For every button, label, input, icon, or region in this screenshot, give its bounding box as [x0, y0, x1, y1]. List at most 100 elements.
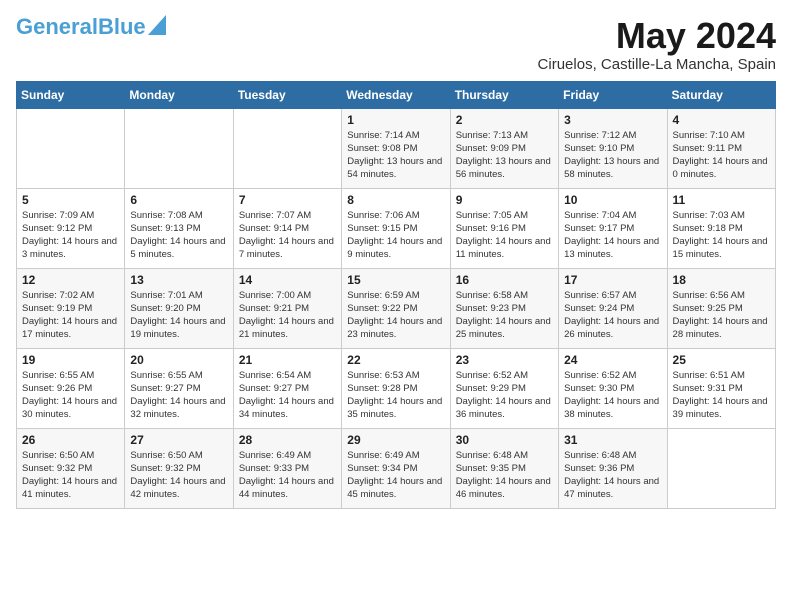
calendar-cell: 7Sunrise: 7:07 AMSunset: 9:14 PMDaylight…: [233, 188, 341, 268]
day-info: Sunrise: 6:51 AMSunset: 9:31 PMDaylight:…: [673, 369, 770, 422]
calendar-cell: 22 Sunrise: 6:53 AMSunset: 9:28 PMDayligh…: [342, 348, 450, 428]
day-number: 1: [347, 113, 444, 127]
day-number: 18: [673, 273, 770, 287]
day-number: 30: [456, 433, 553, 447]
day-number: 14: [239, 273, 336, 287]
day-info: Sunrise: 7:00 AMSunset: 9:21 PMDaylight:…: [239, 289, 336, 342]
day-number: 5: [22, 193, 119, 207]
day-info: Sunrise: 6:56 AMSunset: 9:25 PMDaylight:…: [673, 289, 770, 342]
calendar-cell: 17 Sunrise: 6:57 AMSunset: 9:24 PMDayligh…: [559, 268, 667, 348]
day-number: 22: [347, 353, 444, 367]
day-info: Sunrise: 6:57 AMSunset: 9:24 PMDaylight:…: [564, 289, 661, 342]
day-info: Sunrise: 6:48 AMSunset: 9:35 PMDaylight:…: [456, 449, 553, 502]
calendar-cell: 31 Sunrise: 6:48 AMSunset: 9:36 PMDayligh…: [559, 428, 667, 508]
calendar-cell: 10 Sunrise: 7:04 AMSunset: 9:17 PMDayligh…: [559, 188, 667, 268]
weekday-header-cell: Friday: [559, 81, 667, 108]
day-info: Sunrise: 6:58 AMSunset: 9:23 PMDaylight:…: [456, 289, 553, 342]
day-info: Sunrise: 7:03 AMSunset: 9:18 PMDaylight:…: [673, 209, 770, 262]
day-number: 31: [564, 433, 661, 447]
day-number: 25: [673, 353, 770, 367]
day-info: Sunrise: 6:50 AMSunset: 9:32 PMDaylight:…: [130, 449, 227, 502]
day-number: 10: [564, 193, 661, 207]
weekday-header-row: SundayMondayTuesdayWednesdayThursdayFrid…: [17, 81, 776, 108]
calendar-week-row: 19 Sunrise: 6:55 AMSunset: 9:26 PMDayligh…: [17, 348, 776, 428]
day-info: Sunrise: 6:54 AMSunset: 9:27 PMDaylight:…: [239, 369, 336, 422]
day-number: 13: [130, 273, 227, 287]
weekday-header-cell: Wednesday: [342, 81, 450, 108]
day-number: 2: [456, 113, 553, 127]
day-info: Sunrise: 6:55 AMSunset: 9:26 PMDaylight:…: [22, 369, 119, 422]
calendar-cell: 20 Sunrise: 6:55 AMSunset: 9:27 PMDayligh…: [125, 348, 233, 428]
weekday-header-cell: Sunday: [17, 81, 125, 108]
calendar-cell: 28Sunrise: 6:49 AMSunset: 9:33 PMDayligh…: [233, 428, 341, 508]
calendar-cell: 6 Sunrise: 7:08 AMSunset: 9:13 PMDaylight…: [125, 188, 233, 268]
day-number: 26: [22, 433, 119, 447]
day-info: Sunrise: 7:13 AMSunset: 9:09 PMDaylight:…: [456, 129, 553, 182]
day-info: Sunrise: 7:06 AMSunset: 9:15 PMDaylight:…: [347, 209, 444, 262]
day-number: 17: [564, 273, 661, 287]
day-info: Sunrise: 7:07 AMSunset: 9:14 PMDaylight:…: [239, 209, 336, 262]
day-info: Sunrise: 6:55 AMSunset: 9:27 PMDaylight:…: [130, 369, 227, 422]
calendar-cell: 5 Sunrise: 7:09 AMSunset: 9:12 PMDaylight…: [17, 188, 125, 268]
day-number: 20: [130, 353, 227, 367]
day-number: 28: [239, 433, 336, 447]
day-number: 3: [564, 113, 661, 127]
calendar-cell: 29Sunrise: 6:49 AMSunset: 9:34 PMDayligh…: [342, 428, 450, 508]
day-info: Sunrise: 7:02 AMSunset: 9:19 PMDaylight:…: [22, 289, 119, 342]
page-header: GeneralBlue May 2024 Ciruelos, Castille-…: [16, 16, 776, 73]
calendar-cell: 16 Sunrise: 6:58 AMSunset: 9:23 PMDayligh…: [450, 268, 558, 348]
day-number: 16: [456, 273, 553, 287]
calendar-week-row: 5 Sunrise: 7:09 AMSunset: 9:12 PMDaylight…: [17, 188, 776, 268]
calendar-cell: [17, 108, 125, 188]
calendar-cell: 9Sunrise: 7:05 AMSunset: 9:16 PMDaylight…: [450, 188, 558, 268]
day-info: Sunrise: 6:52 AMSunset: 9:29 PMDaylight:…: [456, 369, 553, 422]
calendar-cell: [125, 108, 233, 188]
calendar-cell: 15Sunrise: 6:59 AMSunset: 9:22 PMDayligh…: [342, 268, 450, 348]
calendar-cell: 19 Sunrise: 6:55 AMSunset: 9:26 PMDayligh…: [17, 348, 125, 428]
calendar-cell: 23Sunrise: 6:52 AMSunset: 9:29 PMDayligh…: [450, 348, 558, 428]
day-number: 11: [673, 193, 770, 207]
month-title: May 2024: [538, 16, 776, 56]
calendar-cell: 1 Sunrise: 7:14 AMSunset: 9:08 PMDaylight…: [342, 108, 450, 188]
day-number: 27: [130, 433, 227, 447]
day-info: Sunrise: 7:09 AMSunset: 9:12 PMDaylight:…: [22, 209, 119, 262]
logo: GeneralBlue: [16, 16, 166, 38]
day-info: Sunrise: 7:12 AMSunset: 9:10 PMDaylight:…: [564, 129, 661, 182]
calendar-cell: 21 Sunrise: 6:54 AMSunset: 9:27 PMDayligh…: [233, 348, 341, 428]
title-block: May 2024 Ciruelos, Castille-La Mancha, S…: [538, 16, 776, 73]
calendar-cell: 14 Sunrise: 7:00 AMSunset: 9:21 PMDayligh…: [233, 268, 341, 348]
calendar-cell: 18 Sunrise: 6:56 AMSunset: 9:25 PMDayligh…: [667, 268, 775, 348]
day-info: Sunrise: 6:53 AMSunset: 9:28 PMDaylight:…: [347, 369, 444, 422]
calendar-week-row: 26 Sunrise: 6:50 AMSunset: 9:32 PMDayligh…: [17, 428, 776, 508]
day-number: 12: [22, 273, 119, 287]
day-info: Sunrise: 6:52 AMSunset: 9:30 PMDaylight:…: [564, 369, 661, 422]
calendar-cell: 4Sunrise: 7:10 AMSunset: 9:11 PMDaylight…: [667, 108, 775, 188]
calendar-table: SundayMondayTuesdayWednesdayThursdayFrid…: [16, 81, 776, 509]
day-info: Sunrise: 7:08 AMSunset: 9:13 PMDaylight:…: [130, 209, 227, 262]
calendar-cell: 11 Sunrise: 7:03 AMSunset: 9:18 PMDayligh…: [667, 188, 775, 268]
calendar-cell: [667, 428, 775, 508]
calendar-week-row: 1 Sunrise: 7:14 AMSunset: 9:08 PMDaylight…: [17, 108, 776, 188]
calendar-body: 1 Sunrise: 7:14 AMSunset: 9:08 PMDaylight…: [17, 108, 776, 508]
calendar-cell: 2 Sunrise: 7:13 AMSunset: 9:09 PMDaylight…: [450, 108, 558, 188]
calendar-cell: 25 Sunrise: 6:51 AMSunset: 9:31 PMDayligh…: [667, 348, 775, 428]
calendar-cell: 24Sunrise: 6:52 AMSunset: 9:30 PMDayligh…: [559, 348, 667, 428]
day-info: Sunrise: 6:48 AMSunset: 9:36 PMDaylight:…: [564, 449, 661, 502]
day-number: 15: [347, 273, 444, 287]
calendar-cell: 3 Sunrise: 7:12 AMSunset: 9:10 PMDaylight…: [559, 108, 667, 188]
day-number: 6: [130, 193, 227, 207]
day-info: Sunrise: 7:14 AMSunset: 9:08 PMDaylight:…: [347, 129, 444, 182]
calendar-cell: 13Sunrise: 7:01 AMSunset: 9:20 PMDayligh…: [125, 268, 233, 348]
day-info: Sunrise: 7:04 AMSunset: 9:17 PMDaylight:…: [564, 209, 661, 262]
day-number: 19: [22, 353, 119, 367]
calendar-week-row: 12 Sunrise: 7:02 AMSunset: 9:19 PMDayligh…: [17, 268, 776, 348]
weekday-header-cell: Saturday: [667, 81, 775, 108]
day-number: 9: [456, 193, 553, 207]
weekday-header-cell: Tuesday: [233, 81, 341, 108]
day-number: 21: [239, 353, 336, 367]
calendar-cell: 8Sunrise: 7:06 AMSunset: 9:15 PMDaylight…: [342, 188, 450, 268]
calendar-cell: 30 Sunrise: 6:48 AMSunset: 9:35 PMDayligh…: [450, 428, 558, 508]
day-number: 4: [673, 113, 770, 127]
day-number: 29: [347, 433, 444, 447]
calendar-cell: [233, 108, 341, 188]
